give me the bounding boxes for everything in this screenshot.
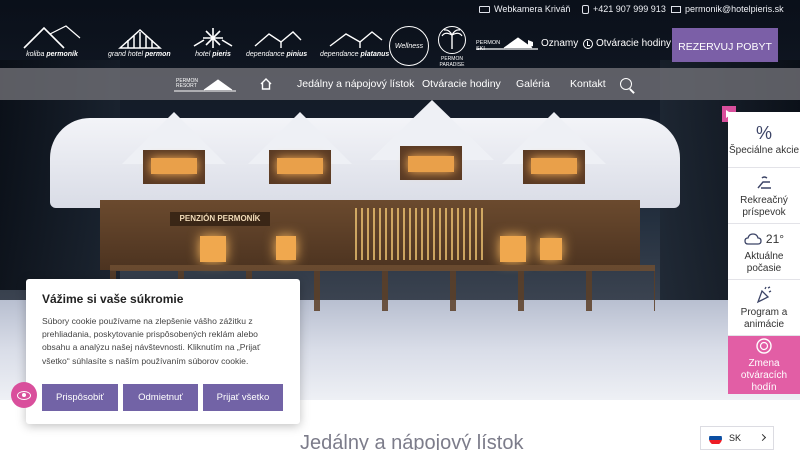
dependance-platanus-logo[interactable]: dependance platanus (320, 28, 389, 58)
window (200, 236, 226, 262)
nav-item-opening-hours[interactable]: Otváracie hodiny (422, 78, 501, 90)
permon-ski-label: PERMON SKI (476, 40, 500, 52)
wellness-logo[interactable]: Wellness (389, 26, 429, 66)
permon-paradise-label: PERMON PARADISE (430, 56, 474, 68)
side-item-weather[interactable]: 21° Aktuálne počasie (728, 224, 800, 280)
koliba-permonik-label: koliba permoník (26, 51, 78, 58)
palm-icon (441, 29, 463, 49)
percent-icon: % (755, 122, 772, 143)
chevron-down-icon (758, 433, 767, 442)
megaphone-icon (528, 39, 538, 48)
logo-line2: SKI (476, 46, 485, 52)
weather-icon: 21° (744, 229, 784, 249)
logo-line1: koliba (26, 51, 45, 58)
cookie-text: Súbory cookie používame na zlepšenie váš… (42, 316, 261, 366)
logo-line2: platanus (360, 51, 390, 58)
side-item-program[interactable]: Program a animácie (728, 280, 800, 336)
email-label: permonik@hotelpieris.sk (685, 4, 784, 14)
lounger-icon (755, 173, 773, 193)
permon-resort-label: PERMON RESORT (176, 79, 198, 89)
koliba-permonik-logo[interactable]: koliba permoník (22, 24, 82, 58)
dependance-pinius-label: dependance pinius (246, 51, 307, 58)
side-item-label: Špeciálne akcie (728, 144, 800, 156)
side-item-recreation-allowance[interactable]: Rekreačný príspevok (728, 168, 800, 224)
window (540, 238, 562, 260)
side-panel: % Špeciálne akcie Rekreačný príspevok 21… (728, 112, 800, 394)
language-label: SK (729, 433, 742, 443)
wellness-label: Wellness (394, 42, 424, 50)
logo-line2: pieris (212, 51, 231, 58)
page-heading: Jedálny a nápojový lístok (300, 432, 524, 450)
permon-paradise-logo[interactable] (438, 26, 466, 54)
nav-item-menu[interactable]: Jedálny a nápojový lístok (297, 78, 414, 90)
slovak-flag-icon (709, 431, 722, 445)
logo-line2: permoník (46, 51, 78, 58)
cookie-reject-button[interactable]: Odmietnuť (123, 384, 198, 411)
dependance-platanus-label: dependance platanus (320, 51, 389, 58)
email-link[interactable]: permonik@hotelpieris.sk (671, 4, 784, 14)
pine-icon (254, 31, 302, 48)
announcements-link[interactable]: Oznamy (528, 38, 578, 49)
party-icon (755, 285, 773, 305)
logo-line2: pinius (286, 51, 308, 58)
cookie-accept-button[interactable]: Prijať všetko (203, 384, 283, 411)
hotel-pieris-label: hotel pieris (195, 51, 231, 58)
announcements-label: Oznamy (541, 38, 579, 49)
phone-link[interactable]: +421 907 999 913 (582, 4, 666, 14)
reserve-stay-button[interactable]: REZERVUJ POBYT (672, 28, 778, 62)
logo-line1: dependance (246, 51, 285, 58)
grand-hotel-permon-label: grand hotel permon (108, 51, 171, 58)
side-item-label: Aktuálne počasie (744, 250, 784, 274)
phone-icon (582, 4, 589, 14)
grand-hotel-permon-mark (118, 28, 163, 49)
hotel-pieris-logo[interactable]: hotel pieris (190, 26, 236, 58)
leaf-icon (329, 31, 383, 48)
cookie-dialog: Vážime si vaše súkromie Súbory cookie po… (26, 279, 300, 424)
clock-change-icon (755, 336, 773, 356)
cookie-title: Vážime si vaše súkromie (42, 292, 184, 306)
nav-item-gallery[interactable]: Galéria (516, 78, 550, 90)
side-item-special-offers[interactable]: % Špeciálne akcie (728, 112, 800, 168)
opening-hours-label: Otváracie hodiny (596, 38, 672, 49)
eye-icon (17, 390, 31, 400)
home-icon[interactable] (260, 78, 272, 90)
cookie-buttons: Prispôsobiť Odmietnuť Prijať všetko (42, 384, 283, 411)
temperature-value: 21° (765, 231, 785, 246)
gable-4-window (531, 158, 577, 174)
window (500, 236, 526, 262)
cookie-customize-button[interactable]: Prispôsobiť (42, 384, 118, 411)
logo-line2: permon (144, 51, 171, 58)
hero-sign: PENZIÓN PERMONÍK (170, 212, 270, 226)
gable-3-window (408, 156, 454, 172)
logo-line1: hotel (195, 51, 211, 58)
logo-line2: RESORT (176, 83, 197, 89)
clock-icon (583, 38, 593, 49)
language-selector[interactable]: SK (700, 426, 774, 450)
side-item-label: Rekreačný príspevok (740, 194, 788, 218)
side-item-label: Program a animácie (740, 306, 788, 330)
nav-item-contact[interactable]: Kontakt (570, 78, 606, 90)
flower-icon (193, 28, 233, 48)
logo-line1: grand hotel (108, 51, 144, 58)
window (276, 236, 296, 260)
camera-icon (479, 5, 490, 13)
logo-line1: dependance (320, 51, 359, 58)
search-icon[interactable] (620, 78, 632, 90)
gable-1-window (151, 158, 197, 174)
opening-hours-link[interactable]: Otváracie hodiny (583, 38, 671, 49)
christmas-lights (355, 208, 485, 260)
webcam-label: Webkamera Kriváň (494, 4, 571, 14)
koliba-permonik-mark (23, 25, 81, 49)
gable-2-window (277, 158, 323, 174)
mail-icon (671, 5, 681, 13)
side-item-opening-change[interactable]: Zmena otváracích hodín (728, 336, 800, 394)
webcam-link[interactable]: Webkamera Kriváň (479, 4, 570, 14)
accessibility-button[interactable] (11, 382, 37, 408)
grand-hotel-permon-logo[interactable]: grand hotel permon (108, 28, 171, 58)
dependance-pinius-logo[interactable]: dependance pinius (246, 28, 307, 58)
side-item-label: Zmena otváracích hodín (740, 358, 788, 393)
phone-label: +421 907 999 913 (593, 4, 666, 14)
